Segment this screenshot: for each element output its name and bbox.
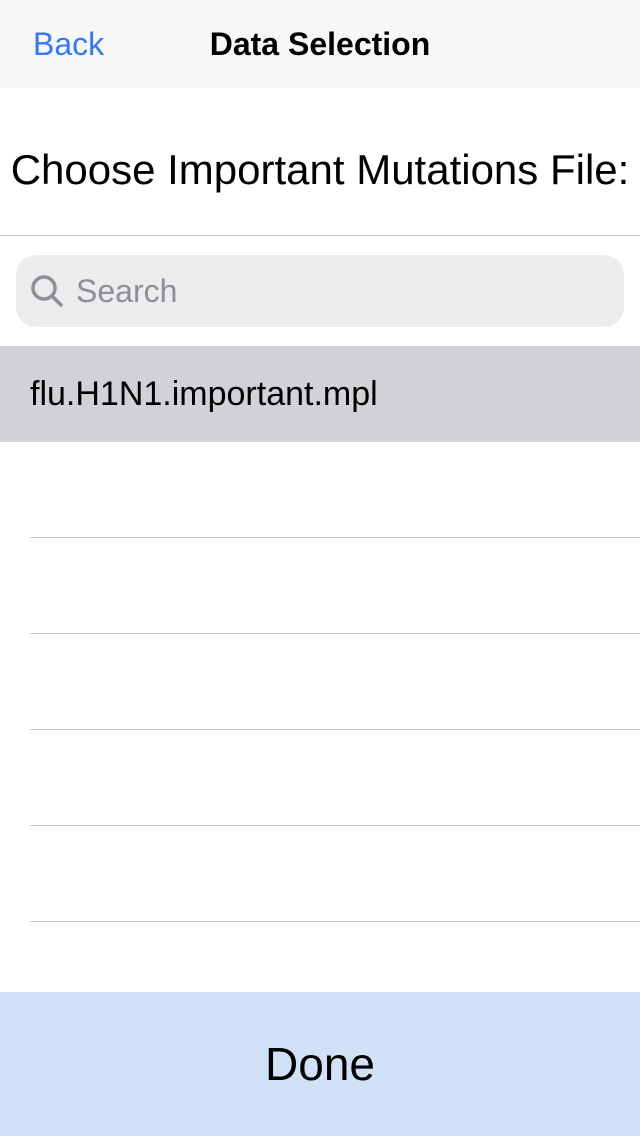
navigation-bar: Back Data Selection xyxy=(0,0,640,88)
empty-row xyxy=(0,538,640,634)
empty-row xyxy=(0,826,640,922)
empty-row xyxy=(0,730,640,826)
row-separator xyxy=(30,921,640,922)
search-input[interactable] xyxy=(76,255,606,327)
file-list: flu.H1N1.important.mpl xyxy=(0,346,640,922)
file-name: flu.H1N1.important.mpl xyxy=(30,375,378,413)
file-row-selected[interactable]: flu.H1N1.important.mpl xyxy=(0,346,640,442)
page-title: Data Selection xyxy=(209,26,431,62)
divider xyxy=(0,235,640,236)
search-icon xyxy=(31,275,63,307)
empty-row xyxy=(0,634,640,730)
done-button[interactable]: Done xyxy=(0,992,640,1136)
empty-row xyxy=(0,442,640,538)
file-prompt-heading: Choose Important Mutations File: xyxy=(10,146,630,193)
search-bar[interactable] xyxy=(16,255,624,327)
